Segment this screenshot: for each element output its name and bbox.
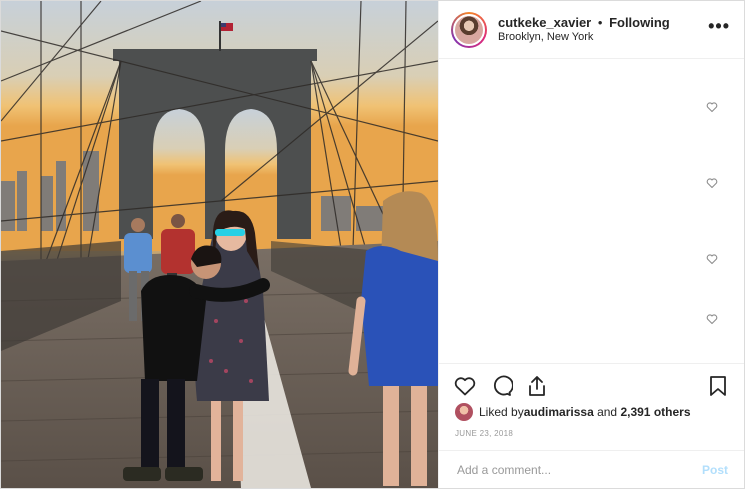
comment-like-heart-icon[interactable] [706, 313, 718, 325]
post-photo[interactable] [1, 1, 438, 488]
post-sidebar: cutkeke_xavier • Following Brooklyn, New… [438, 1, 744, 488]
action-bar [439, 363, 744, 408]
post-comment-button[interactable]: Post [702, 463, 728, 477]
post-date[interactable]: JUNE 23, 2018 [455, 429, 513, 438]
comment-like-heart-icon[interactable] [706, 253, 718, 265]
heart-icon[interactable] [453, 374, 477, 398]
bookmark-icon[interactable] [706, 374, 730, 398]
follow-status-button[interactable]: Following [609, 15, 670, 30]
more-options-icon[interactable]: ••• [708, 17, 730, 35]
likes-prefix: Liked by [479, 405, 524, 419]
likes-mid: and [593, 405, 621, 419]
share-icon[interactable] [525, 374, 549, 398]
header-line: cutkeke_xavier • Following [498, 15, 670, 30]
add-comment-bar: Post [439, 450, 744, 488]
avatar[interactable] [453, 13, 485, 46]
instagram-post: cutkeke_xavier • Following Brooklyn, New… [0, 0, 745, 489]
photo-scene [1, 1, 438, 488]
likes-count-link[interactable]: 2,391 others [620, 405, 690, 419]
comments-area [439, 59, 744, 359]
liker-avatar[interactable] [455, 403, 473, 421]
comment-like-heart-icon[interactable] [706, 101, 718, 113]
likes-summary: Liked by audimarissa and 2,391 others [455, 403, 691, 421]
post-header: cutkeke_xavier • Following Brooklyn, New… [439, 1, 744, 59]
avatar-story-ring[interactable] [451, 11, 487, 48]
comment-like-heart-icon[interactable] [706, 177, 718, 189]
header-text: cutkeke_xavier • Following Brooklyn, New… [498, 15, 670, 45]
liker-username-link[interactable]: audimarissa [524, 405, 594, 419]
comment-input[interactable] [455, 461, 702, 478]
separator-dot: • [597, 14, 603, 30]
location-link[interactable]: Brooklyn, New York [498, 30, 670, 45]
comment-icon[interactable] [489, 374, 513, 398]
username-link[interactable]: cutkeke_xavier [498, 15, 591, 30]
